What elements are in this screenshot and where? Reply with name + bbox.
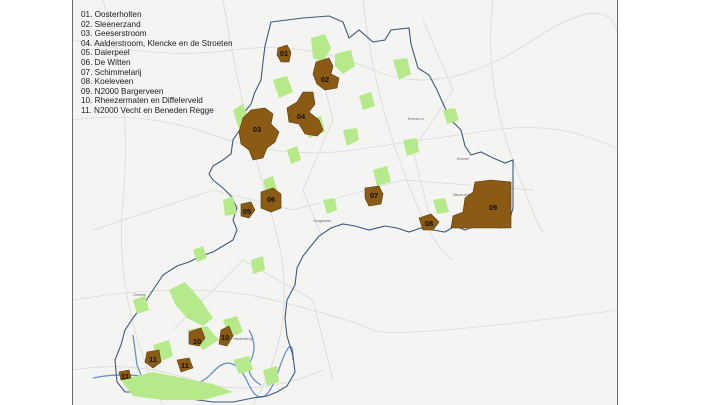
area-label-10: 10 xyxy=(221,333,229,342)
svg-text:Hoogeveen: Hoogeveen xyxy=(313,219,331,223)
legend-item: 06. De Witten xyxy=(81,57,131,67)
legend-item: 09. N2000 Bargerveen xyxy=(81,86,164,96)
legend-item: 05. Dalerpeel xyxy=(81,48,130,58)
area-label-07: 07 xyxy=(370,191,378,200)
area-label-09: 09 xyxy=(489,203,497,212)
legend-item: 08. Koeleveen xyxy=(81,77,134,87)
area-label-04: 04 xyxy=(297,112,306,121)
area-label-03: 03 xyxy=(253,125,261,134)
legend-item: 03. Geeserstroom xyxy=(81,29,147,39)
area-label-01: 01 xyxy=(280,49,288,58)
area-09-bargerveen[interactable] xyxy=(450,179,512,229)
area-label-05: 05 xyxy=(243,207,251,216)
area-label-08: 08 xyxy=(425,219,433,228)
svg-text:Emmen: Emmen xyxy=(457,157,469,161)
area-label-10: 10 xyxy=(193,337,201,346)
map-legend: 01. Oosterholten 02. Sleenerzand 03. Gee… xyxy=(81,10,233,116)
legend-item: 07. Schimmelarij xyxy=(81,67,142,77)
svg-text:Emmen-b.: Emmen-b. xyxy=(408,117,425,121)
legend-item: 11. N2000 Vecht en Beneden Regge xyxy=(81,105,214,115)
area-label-11: 11 xyxy=(121,372,129,381)
area-03-geeserstroom[interactable] xyxy=(238,107,280,161)
area-label-06: 06 xyxy=(267,195,275,204)
legend-item: 02. Sleenerzand xyxy=(81,19,141,29)
legend-item: 04. Aalderstroom, Klencke en de Stroeten xyxy=(81,38,233,48)
area-label-11: 11 xyxy=(149,355,157,364)
legend-item: 01. Oosterholten xyxy=(81,10,142,19)
svg-text:Ommen: Ommen xyxy=(133,293,146,297)
area-label-02: 02 xyxy=(321,75,329,84)
legend-item: 10. Rheezermaten en Diffelerveld xyxy=(81,96,203,106)
area-label-11: 11 xyxy=(181,361,189,370)
svg-text:Hardenberg: Hardenberg xyxy=(233,337,252,341)
map-frame[interactable]: Emmen-b. Hoogeveen Emmen Ommen Hardenber… xyxy=(72,0,618,405)
